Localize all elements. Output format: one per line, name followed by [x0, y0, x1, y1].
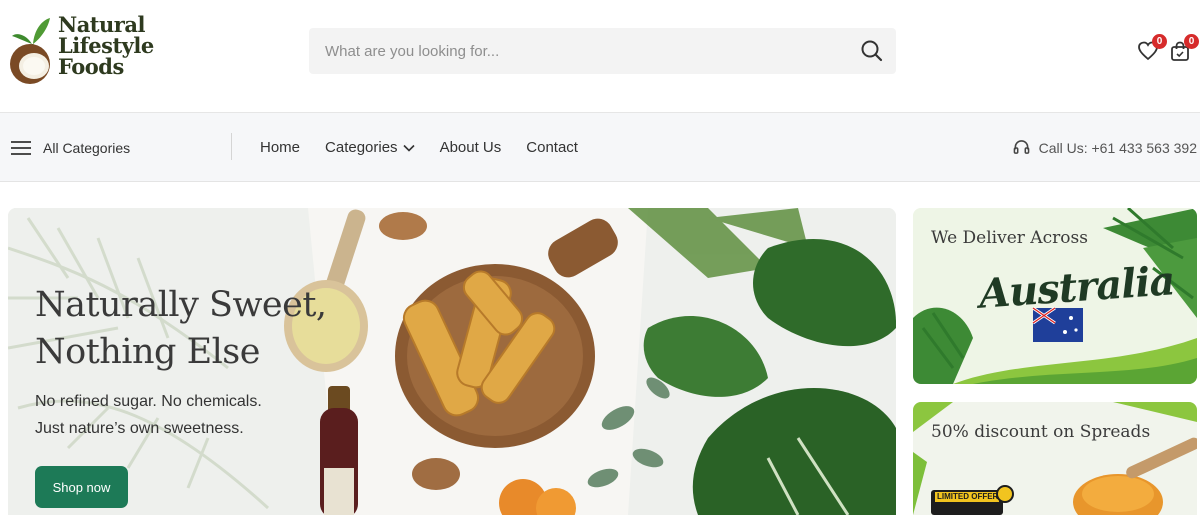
- coconut-sprout-logo-icon: [10, 18, 50, 84]
- search-icon[interactable]: [860, 39, 884, 63]
- hero-subtitle: No refined sugar. No chemicals. Just nat…: [35, 388, 262, 442]
- site-logo[interactable]: Natural Lifestyle Foods: [8, 14, 158, 86]
- delivery-promo-card[interactable]: We Deliver Across Australia: [913, 208, 1197, 384]
- brand-line-1: Natural: [58, 12, 145, 37]
- brand-line-3: Foods: [58, 54, 124, 79]
- main-navigation: All Categories Home Categories About Us …: [0, 113, 1200, 182]
- all-categories-button[interactable]: All Categories: [10, 113, 130, 182]
- chevron-down-icon: [402, 144, 415, 152]
- hero-title-line-1: Naturally Sweet,: [35, 285, 327, 325]
- nav-contact-link[interactable]: Contact: [526, 139, 578, 156]
- spreads-discount-card[interactable]: 50% discount on Spreads LIMITED OFFER: [913, 402, 1197, 515]
- nav-home-label: Home: [260, 139, 301, 156]
- wishlist-count-badge: 0: [1152, 34, 1167, 49]
- nav-links: Home Categories About Us Contact: [260, 113, 603, 182]
- site-header: Natural Lifestyle Foods 0 0: [0, 0, 1200, 113]
- wishlist-button[interactable]: 0: [1137, 34, 1167, 62]
- hero-banner: Naturally Sweet, Nothing Else No refined…: [8, 208, 896, 515]
- hero-title: Naturally Sweet, Nothing Else: [35, 282, 327, 376]
- hero-title-line-2: Nothing Else: [35, 332, 260, 372]
- search-input[interactable]: [309, 28, 849, 74]
- nav-categories-label: Categories: [325, 139, 398, 156]
- delivery-promo-heading: We Deliver Across: [931, 228, 1088, 248]
- hero-subtitle-line-1: No refined sugar. No chemicals.: [35, 393, 262, 410]
- cart-count-badge: 0: [1184, 34, 1199, 49]
- nav-divider: [231, 133, 232, 160]
- nav-contact-label: Contact: [526, 139, 578, 156]
- nav-categories-dropdown[interactable]: Categories: [325, 139, 415, 156]
- brand-line-2: Lifestyle: [58, 33, 154, 58]
- hero-subtitle-line-2: Just nature’s own sweetness.: [35, 420, 244, 437]
- headset-icon: [1013, 140, 1029, 154]
- call-us[interactable]: Call Us: +61 433 563 392: [1013, 113, 1197, 182]
- brand-name: Natural Lifestyle Foods: [58, 14, 154, 77]
- hamburger-menu-icon: [11, 140, 31, 155]
- call-us-label: Call Us: +61 433 563 392: [1038, 139, 1197, 156]
- nav-home-link[interactable]: Home: [260, 139, 300, 156]
- spreads-promo-heading: 50% discount on Spreads: [931, 422, 1151, 442]
- nav-about-label: About Us: [439, 139, 502, 156]
- nav-about-link[interactable]: About Us: [440, 139, 502, 156]
- search-bar: [309, 28, 896, 74]
- cart-button[interactable]: 0: [1169, 34, 1199, 62]
- limited-offer-tag: LIMITED OFFER: [937, 492, 999, 501]
- all-categories-label: All Categories: [43, 139, 131, 156]
- shop-now-button[interactable]: Shop now: [35, 466, 128, 508]
